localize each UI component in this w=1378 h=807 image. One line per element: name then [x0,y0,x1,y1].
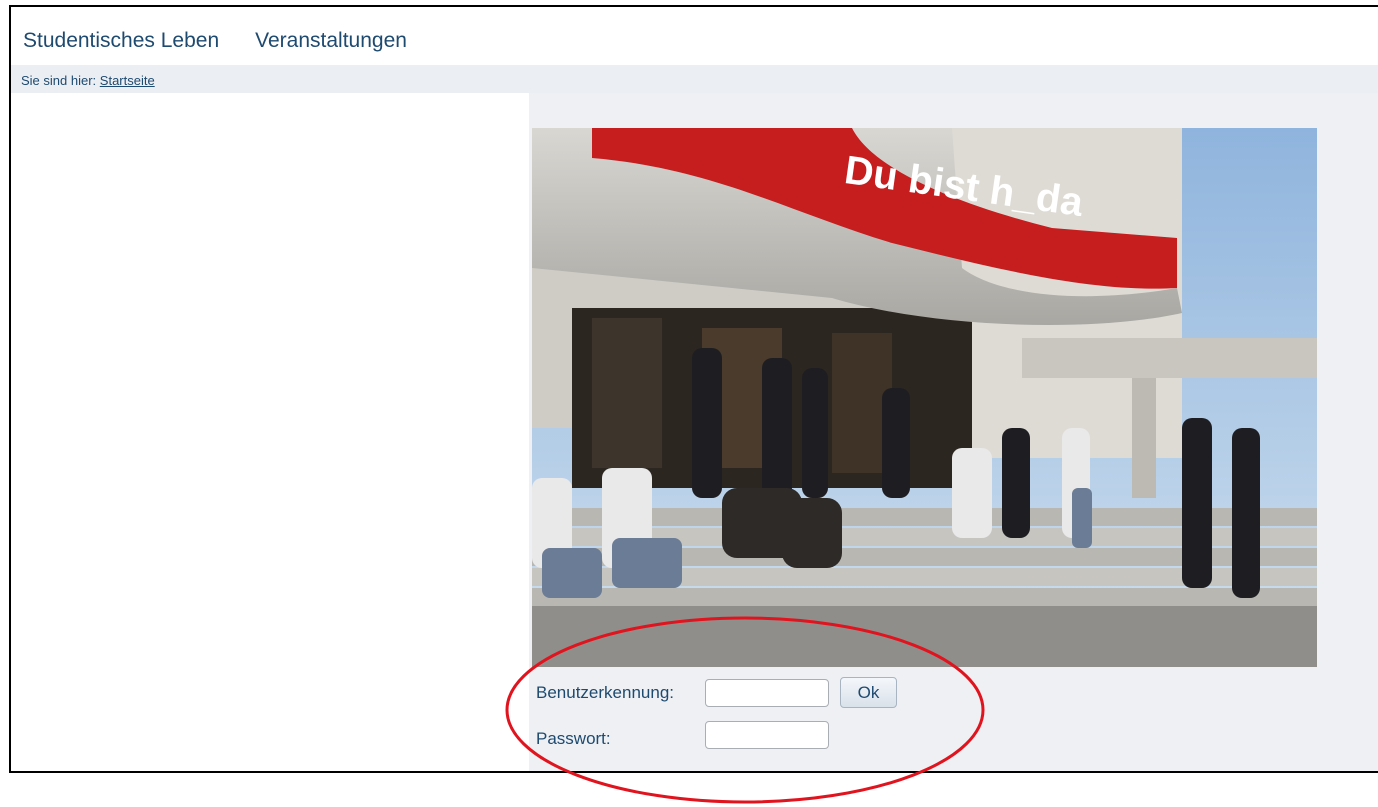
campus-photo: Du bist h_da [532,128,1317,667]
username-field[interactable] [705,679,829,707]
nav-item-studentisches-leben[interactable]: Studentisches Leben [23,29,219,59]
breadcrumb-link-startseite[interactable]: Startseite [100,73,155,88]
ok-button[interactable]: Ok [840,677,897,708]
password-label: Passwort: [536,729,611,748]
username-label: Benutzerkennung: [536,683,674,702]
top-navigation: Studentisches Leben Veranstaltungen [23,29,443,59]
password-field[interactable] [705,721,829,749]
breadcrumb-prefix: Sie sind hier: [21,73,97,88]
nav-item-veranstaltungen[interactable]: Veranstaltungen [255,29,407,59]
breadcrumb: Sie sind hier: Startseite [11,65,1378,93]
campus-photo-illustration: Du bist h_da [532,128,1317,667]
left-column [11,93,529,771]
